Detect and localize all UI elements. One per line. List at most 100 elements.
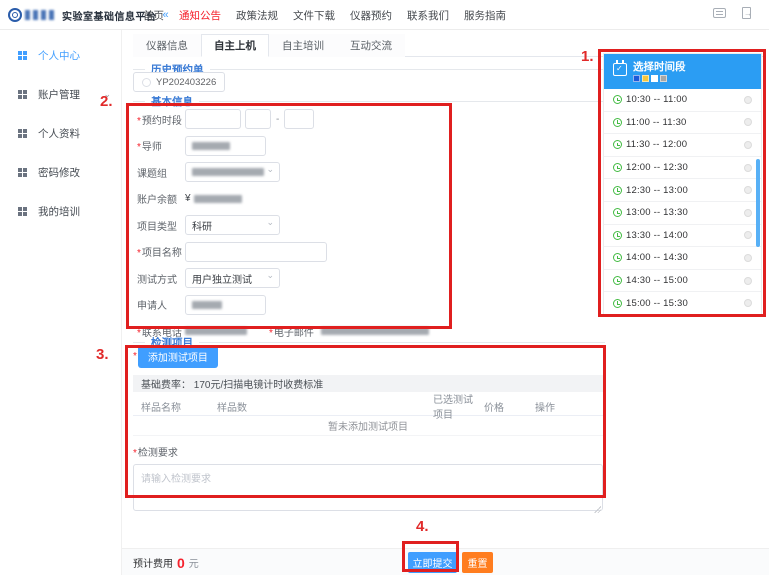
nav-item[interactable]: 首页 bbox=[143, 8, 164, 23]
masked-value bbox=[194, 195, 242, 203]
time-slot-label: 14:00 -- 14:30 bbox=[626, 252, 688, 263]
form-row-balance: 账户余额 ¥ bbox=[137, 189, 567, 209]
tab[interactable]: 自主上机 bbox=[201, 34, 269, 57]
requirement-textarea[interactable] bbox=[133, 464, 603, 511]
form-row-project-type: 项目类型 科研 bbox=[137, 215, 567, 235]
form-row-mentor: *导师 bbox=[137, 136, 567, 156]
nav-item[interactable]: 通知公告 bbox=[179, 8, 221, 23]
slot-radio-icon[interactable] bbox=[744, 231, 752, 239]
clock-icon bbox=[613, 163, 622, 172]
project-type-value: 科研 bbox=[192, 218, 212, 233]
sidebar-item[interactable]: 个人资料 ⌄ bbox=[0, 114, 121, 153]
test-mode-select[interactable]: 用户独立测试 bbox=[185, 268, 280, 288]
form-row-time-range: *预约时段 - bbox=[137, 109, 567, 129]
table-column-header: 样品名称 bbox=[133, 399, 209, 414]
project-type-select[interactable]: 科研 bbox=[185, 215, 280, 235]
time-range-start-input[interactable] bbox=[245, 109, 271, 129]
top-header: 实验室基础信息平台 « 首页 通知公告 政策法规 文件下载 仪器预约 联系我们 … bbox=[0, 0, 769, 30]
logout-icon[interactable] bbox=[742, 7, 751, 19]
sidebar-item[interactable]: 密码修改 ⌄ bbox=[0, 153, 121, 192]
time-slot-panel: 选择时间段 10:30 -- 11:00 bbox=[603, 53, 762, 316]
time-slot-row[interactable]: 13:00 -- 13:30 bbox=[604, 202, 761, 225]
resize-handle[interactable] bbox=[594, 506, 601, 513]
slot-radio-icon[interactable] bbox=[744, 118, 752, 126]
university-calligraphy bbox=[25, 10, 57, 20]
chevron-down-icon: ⌄ bbox=[103, 89, 111, 100]
nav-item[interactable]: 仪器预约 bbox=[350, 8, 392, 23]
sidebar-item-label: 账户管理 bbox=[38, 87, 80, 102]
grid-icon bbox=[18, 129, 27, 138]
time-range-separator: - bbox=[276, 114, 279, 125]
nav-item[interactable]: 政策法规 bbox=[236, 8, 278, 23]
mentor-input[interactable] bbox=[185, 136, 266, 156]
currency-symbol: ¥ bbox=[185, 193, 191, 204]
message-icon[interactable] bbox=[713, 8, 726, 18]
nav-item[interactable]: 联系我们 bbox=[407, 8, 449, 23]
test-item-table-header: 样品名称 样品数 已选测试项目 价格 操作 bbox=[133, 397, 603, 416]
slot-radio-icon[interactable] bbox=[744, 299, 752, 307]
group-label: 课题组 bbox=[137, 169, 167, 180]
time-slot-row[interactable]: 14:30 -- 15:00 bbox=[604, 270, 761, 293]
balance-label: 账户余额 bbox=[137, 195, 177, 206]
phone-value[interactable] bbox=[185, 327, 247, 335]
email-value[interactable] bbox=[321, 327, 429, 335]
slot-radio-icon[interactable] bbox=[744, 141, 752, 149]
masked-value bbox=[185, 327, 247, 335]
form-row-group: 课题组 bbox=[137, 162, 567, 182]
nav-item[interactable]: 服务指南 bbox=[464, 8, 506, 23]
project-name-input[interactable] bbox=[185, 242, 327, 262]
radio-icon[interactable] bbox=[142, 78, 151, 87]
slot-radio-icon[interactable] bbox=[744, 209, 752, 217]
time-slot-panel-header: 选择时间段 bbox=[604, 54, 761, 89]
footer-bar: 预计费用 0 元 立即提交 重置 bbox=[122, 548, 769, 575]
sidebar-item[interactable]: 账户管理 ⌄ bbox=[0, 75, 121, 114]
grid-icon bbox=[18, 168, 27, 177]
time-slot-label: 15:00 -- 15:30 bbox=[626, 298, 688, 309]
mentor-label: 导师 bbox=[142, 142, 162, 153]
clock-icon bbox=[613, 299, 622, 308]
nav-item[interactable]: 文件下载 bbox=[293, 8, 335, 23]
slot-radio-icon[interactable] bbox=[744, 186, 752, 194]
time-slot-row[interactable]: 11:00 -- 11:30 bbox=[604, 112, 761, 135]
time-slot-label: 11:30 -- 12:00 bbox=[626, 139, 687, 150]
time-slot-row[interactable]: 10:30 -- 11:00 bbox=[604, 89, 761, 112]
submit-button[interactable]: 立即提交 bbox=[408, 552, 457, 573]
tab[interactable]: 互动交流 bbox=[337, 34, 405, 57]
time-range-end-input[interactable] bbox=[284, 109, 314, 129]
clock-icon bbox=[613, 208, 622, 217]
masked-value bbox=[192, 168, 264, 176]
sidebar-item[interactable]: 我的培训 ⌄ bbox=[0, 192, 121, 231]
tab[interactable]: 仪器信息 bbox=[133, 34, 201, 57]
time-range-date-input[interactable] bbox=[185, 109, 241, 129]
test-mode-label: 测试方式 bbox=[137, 275, 177, 286]
history-order-option[interactable]: YP202403226 bbox=[133, 72, 225, 92]
tab[interactable]: 自主培训 bbox=[269, 34, 337, 57]
basic-info-section-divider: 基本信息 bbox=[133, 94, 605, 109]
applicant-input[interactable] bbox=[185, 295, 266, 315]
table-column-header: 价格 bbox=[476, 399, 527, 414]
time-slot-row[interactable]: 11:30 -- 12:00 bbox=[604, 134, 761, 157]
slot-radio-icon[interactable] bbox=[744, 96, 752, 104]
masked-value bbox=[321, 327, 429, 335]
time-slot-row[interactable]: 12:00 -- 12:30 bbox=[604, 157, 761, 180]
group-select[interactable] bbox=[185, 162, 280, 182]
legend-square bbox=[633, 75, 640, 82]
scrollbar-thumb[interactable] bbox=[756, 159, 760, 247]
add-test-item-button[interactable]: 添加测试项目 bbox=[138, 345, 218, 368]
slot-radio-icon[interactable] bbox=[744, 277, 752, 285]
estimate-cost: 预计费用 0 元 bbox=[133, 549, 199, 575]
slot-radio-icon[interactable] bbox=[744, 164, 752, 172]
sidebar-item[interactable]: 个人中心 ⌄ bbox=[0, 36, 121, 75]
time-slot-panel-title: 选择时间段 bbox=[633, 59, 686, 74]
project-name-label: 项目名称 bbox=[142, 248, 182, 259]
reset-button[interactable]: 重置 bbox=[462, 552, 493, 573]
base-rate-bar: 基础费率： 170元/扫描电镜计时收费标准 bbox=[133, 375, 603, 392]
slot-radio-icon[interactable] bbox=[744, 254, 752, 262]
time-slot-row[interactable]: 15:00 -- 15:30 bbox=[604, 292, 761, 315]
legend-square bbox=[651, 75, 658, 82]
time-slot-row[interactable]: 13:30 -- 14:00 bbox=[604, 225, 761, 248]
time-slot-row[interactable]: 14:00 -- 14:30 bbox=[604, 247, 761, 270]
legend-square bbox=[642, 75, 649, 82]
clock-icon bbox=[613, 231, 622, 240]
time-slot-row[interactable]: 12:30 -- 13:00 bbox=[604, 179, 761, 202]
